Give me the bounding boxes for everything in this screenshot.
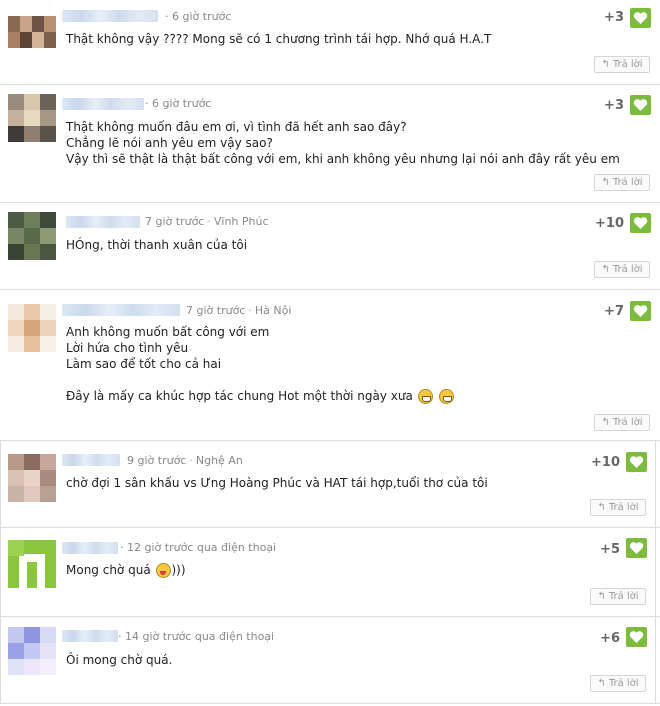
username[interactable] [62,304,180,316]
comment-time: 7 giờ trước [186,304,246,317]
reply-button[interactable]: ↰ Trả lời [590,499,646,516]
username[interactable] [66,216,140,228]
avatar[interactable] [8,212,56,260]
comment-location: Vĩnh Phúc [213,215,269,228]
reply-button[interactable]: ↰ Trả lời [594,261,650,278]
comment-time: 6 giờ trước [152,97,212,110]
comment-text: chờ đợi 1 sân khấu vs Ưng Hoàng Phúc và … [66,476,488,490]
like-button[interactable] [630,213,651,233]
like-button[interactable] [626,452,647,472]
comment-text: Mong chờ quá ))) [66,563,186,578]
like-count: +3 [604,10,624,25]
avatar[interactable] [8,540,56,588]
comment-item: · 6 giờ trước Thật không muốn đâu em ơi,… [0,85,656,203]
comment-item: 7 giờ trước · Hà Nội Anh không muốn bất cô… [0,290,656,440]
like-button[interactable] [630,301,651,321]
reply-arrow-icon: ↰ [597,502,606,513]
avatar[interactable] [8,94,56,142]
comment-meta: · 12 giờ trước qua điện thoại [120,541,277,554]
comment-location: Hà Nội [254,304,292,317]
comment-time: 12 giờ trước qua điện thoại [127,541,277,554]
tongue-emoji-icon [155,563,171,578]
reply-button[interactable]: ↰ Trả lời [590,588,646,605]
grin-emoji-icon [438,389,454,404]
comment-item: · 12 giờ trước qua điện thoại Mong chờ q… [0,528,656,616]
like-button[interactable] [626,627,647,647]
comment-item: 9 giờ trước · Nghệ An chờ đợi 1 sân khấu v… [0,441,656,527]
comment-text: HÓng, thời thanh xuân của tôi [66,238,248,252]
like-count: +10 [595,216,624,231]
comment-item: · 6 giờ trước Thật không vậy ???? Mong s… [0,0,656,84]
comment-item: · 14 giờ trước qua điện thoại Ôi mong ch… [0,617,656,705]
like-count: +7 [604,304,624,319]
divider [0,703,660,704]
like-count: +6 [600,631,620,646]
comment-text: Thật không vậy ???? Mong sẽ có 1 chương … [66,32,492,46]
avatar[interactable] [8,16,56,48]
comment-text: Anh không muốn bất công với em Lời hứa c… [66,324,455,404]
comment-time: 7 giờ trước [145,215,205,228]
heart-icon [633,99,648,111]
like-count: +10 [591,455,620,470]
reply-arrow-icon: ↰ [601,59,610,70]
comment-meta: · 6 giờ trước [145,97,212,110]
comment-meta: · 14 giờ trước qua điện thoại [118,630,275,643]
reply-arrow-icon: ↰ [601,417,610,428]
like-button[interactable] [626,538,647,558]
reply-arrow-icon: ↰ [601,264,610,275]
comment-time: 9 giờ trước [127,454,187,467]
username[interactable] [62,98,144,110]
comment-text: Ôi mong chờ quá. [66,653,173,667]
like-count: +5 [600,542,620,557]
comment-meta: 7 giờ trước · Vĩnh Phúc [145,215,269,228]
heart-icon [629,542,644,554]
reply-arrow-icon: ↰ [597,678,606,689]
comment-time: 6 giờ trước [172,10,232,23]
heart-icon [629,631,644,643]
reply-button[interactable]: ↰ Trả lời [594,56,650,73]
reply-button[interactable]: ↰ Trả lời [594,414,650,431]
reply-button[interactable]: ↰ Trả lời [594,174,650,191]
comment-meta: 7 giờ trước · Hà Nội [186,304,292,317]
reply-arrow-icon: ↰ [601,177,610,188]
username[interactable] [62,454,120,466]
username[interactable] [62,542,118,554]
comment-text: Thật không muốn đâu em ơi, vì tình đã hế… [66,120,620,166]
comment-meta: · 6 giờ trước [165,10,232,23]
avatar[interactable] [8,454,56,502]
comment-item: 7 giờ trước · Vĩnh Phúc HÓng, thời thanh x… [0,203,656,289]
like-count: +3 [604,98,624,113]
reply-button[interactable]: ↰ Trả lời [590,675,646,692]
avatar[interactable] [8,304,56,352]
comment-location: Nghệ An [195,454,243,467]
heart-icon [629,456,644,468]
avatar[interactable] [8,627,56,675]
heart-icon [633,305,648,317]
username[interactable] [62,10,158,22]
grin-emoji-icon [417,389,433,404]
username[interactable] [62,630,118,642]
like-button[interactable] [630,8,651,28]
heart-icon [633,217,648,229]
heart-icon [633,12,648,24]
reply-arrow-icon: ↰ [597,591,606,602]
comment-time: 14 giờ trước qua điện thoại [125,630,275,643]
like-button[interactable] [630,95,651,115]
comment-meta: 9 giờ trước · Nghệ An [127,454,243,467]
